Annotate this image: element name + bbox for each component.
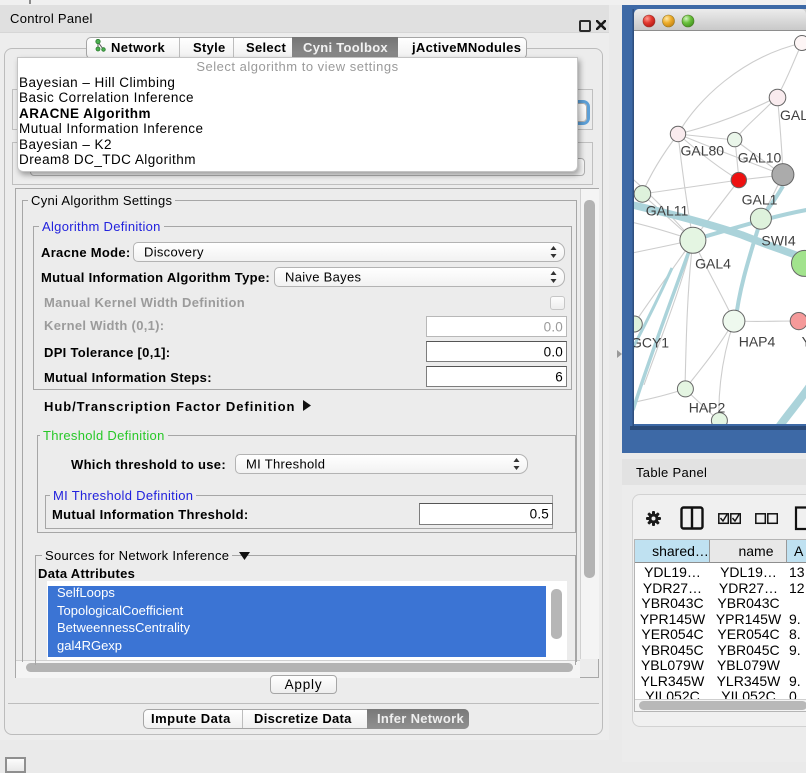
svg-text:GAL1: GAL1 [742, 192, 778, 208]
svg-text:Y: Y [802, 333, 806, 349]
svg-text:GAL4: GAL4 [695, 256, 731, 272]
svg-text:GCY1: GCY1 [631, 335, 669, 351]
svg-text:HAP4: HAP4 [739, 333, 776, 349]
svg-text:GAL10: GAL10 [738, 150, 782, 166]
svg-text:HAP2: HAP2 [689, 400, 726, 416]
svg-text:SWI4: SWI4 [761, 232, 795, 248]
svg-text:GAL7: GAL7 [780, 107, 806, 123]
svg-text:GAL80: GAL80 [681, 143, 725, 159]
svg-text:GAL11: GAL11 [646, 203, 689, 219]
